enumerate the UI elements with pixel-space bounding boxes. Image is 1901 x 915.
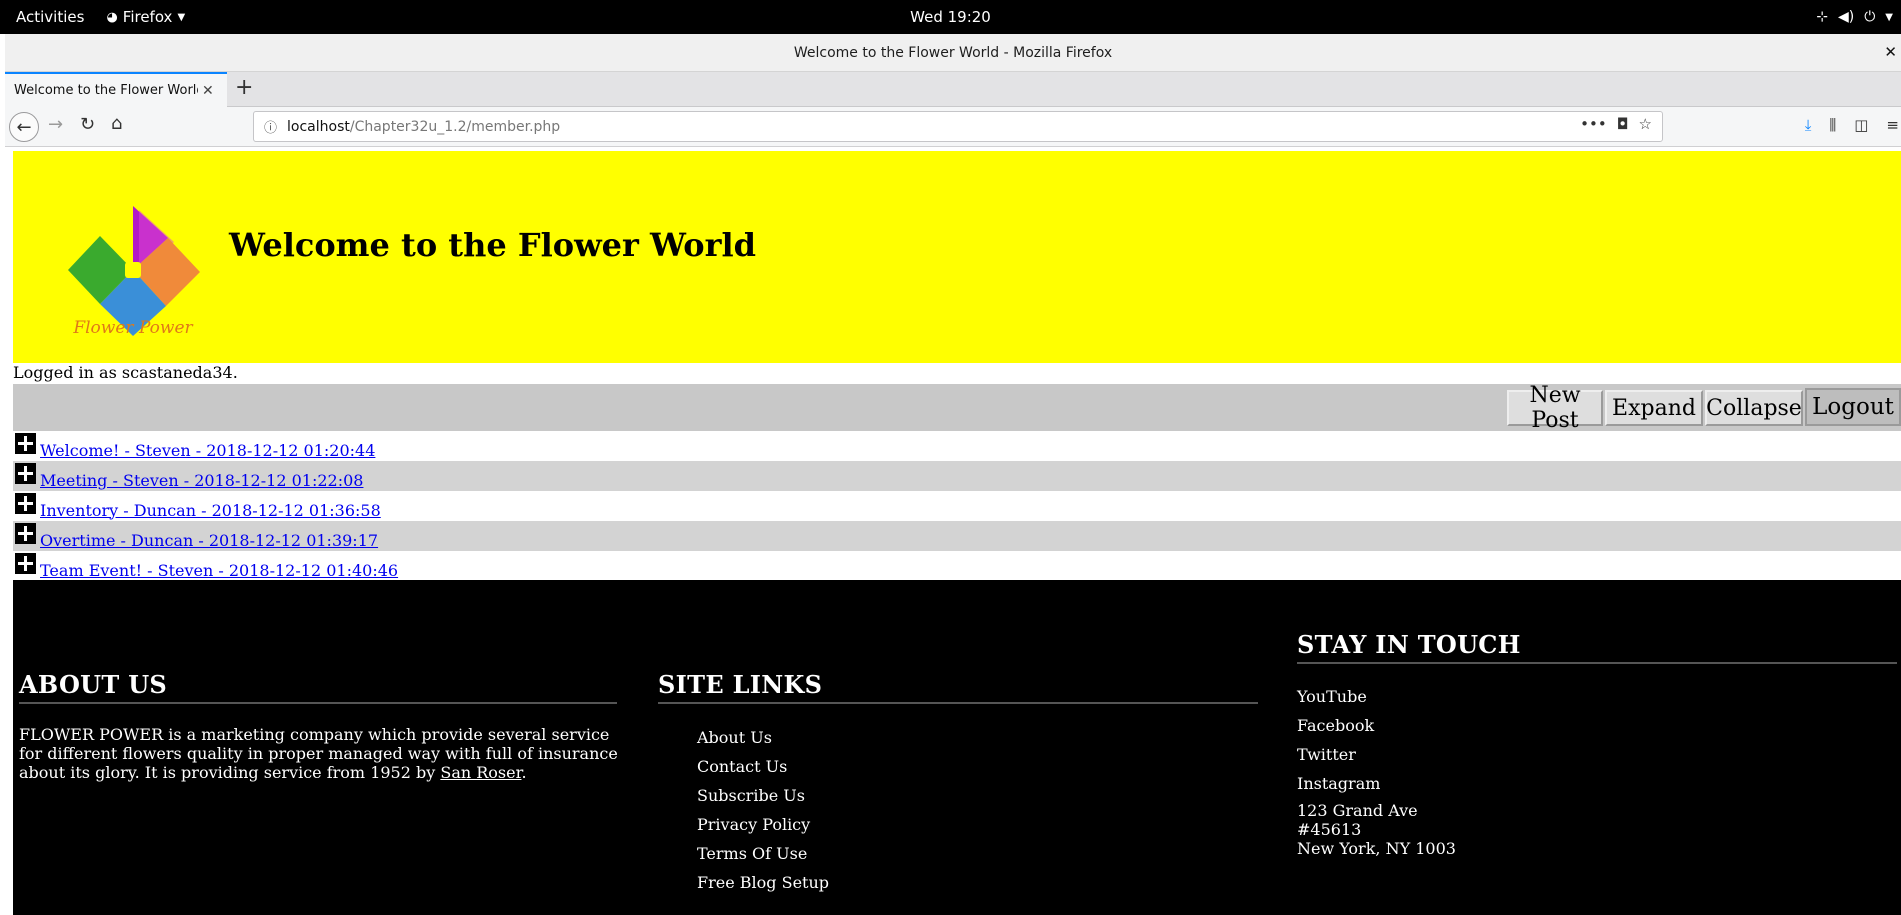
tab-active[interactable]: Welcome to the Flower World ✕	[5, 72, 227, 107]
flower-power-logo: Flower Power	[68, 206, 200, 338]
close-window-icon[interactable]: ✕	[1884, 43, 1897, 61]
window-title: Welcome to the Flower World - Mozilla Fi…	[793, 44, 1113, 61]
expand-button[interactable]: Expand	[1605, 390, 1703, 426]
post-link[interactable]: Team Event! - Steven - 2018-12-12 01:40:…	[40, 561, 398, 580]
site-link-free-blog-setup[interactable]: Free Blog Setup	[697, 868, 829, 897]
post-row: Team Event! - Steven - 2018-12-12 01:40:…	[13, 551, 1901, 581]
menu-icon[interactable]: ≡	[1886, 116, 1899, 134]
about-us-body: FLOWER POWER is a marketing company whic…	[19, 725, 618, 782]
post-link[interactable]: Welcome! - Steven - 2018-12-12 01:20:44	[40, 441, 375, 460]
tab-title: Welcome to the Flower World	[14, 83, 198, 98]
page-actions-icon[interactable]: •••	[1580, 115, 1607, 133]
post-link[interactable]: Overtime - Duncan - 2018-12-12 01:39:17	[40, 531, 378, 550]
social-links-list: YouTube Facebook Twitter Instagram	[1297, 682, 1380, 798]
bookmark-star-icon[interactable]: ☆	[1639, 115, 1652, 133]
home-icon[interactable]: ⌂	[111, 113, 122, 134]
site-links-list: About Us Contact Us Subscribe Us Privacy…	[697, 723, 829, 897]
post-link[interactable]: Inventory - Duncan - 2018-12-12 01:36:58	[40, 501, 381, 520]
system-tray[interactable]: ⊹ ◀) ⏻ ▼	[1816, 0, 1893, 34]
address-line: New York, NY 1003	[1297, 839, 1456, 858]
library-icon[interactable]: ⫼	[1829, 116, 1836, 134]
close-tab-icon[interactable]: ✕	[202, 83, 214, 99]
app-menu-label: Firefox	[122, 8, 173, 26]
address-line: 123 Grand Ave	[1297, 801, 1418, 820]
social-link-instagram[interactable]: Instagram	[1297, 769, 1380, 798]
divider	[19, 702, 617, 704]
post-row: Welcome! - Steven - 2018-12-12 01:20:44	[13, 431, 1901, 461]
about-us-heading: ABOUT US	[19, 670, 168, 699]
stay-in-touch-heading: STAY IN TOUCH	[1297, 630, 1521, 659]
about-us-text: FLOWER POWER is a marketing company whic…	[19, 725, 619, 782]
clock[interactable]: Wed 19:20	[0, 8, 1901, 26]
expand-plus-icon[interactable]	[15, 552, 36, 574]
power-icon: ⏻	[1864, 9, 1876, 25]
social-link-twitter[interactable]: Twitter	[1297, 740, 1380, 769]
author-link[interactable]: San Roser	[440, 763, 521, 782]
site-header: Flower Power Welcome to the Flower World	[13, 151, 1901, 363]
pocket-icon[interactable]: ◘	[1617, 115, 1629, 133]
login-status: Logged in as scastaneda34.	[13, 363, 238, 382]
activities-button[interactable]: Activities	[16, 8, 84, 26]
logo-text: Flower Power	[72, 318, 193, 338]
site-link-contact-us[interactable]: Contact Us	[697, 752, 829, 781]
logout-button[interactable]: Logout	[1805, 388, 1901, 426]
site-title: Welcome to the Flower World	[229, 226, 757, 264]
expand-plus-icon[interactable]	[15, 432, 36, 454]
chevron-down-icon: ▼	[1885, 11, 1893, 23]
new-post-button[interactable]: New Post	[1507, 383, 1603, 433]
about-us-end: .	[521, 763, 527, 782]
site-links-heading: SITE LINKS	[658, 670, 823, 699]
address-line: #45613	[1297, 820, 1362, 839]
divider	[658, 702, 1258, 704]
page-content: Flower Power Welcome to the Flower World…	[13, 151, 1901, 915]
expand-plus-icon[interactable]	[15, 492, 36, 514]
network-icon: ⊹	[1816, 9, 1828, 25]
app-menu[interactable]: ◕ Firefox ▼	[106, 8, 185, 26]
social-link-facebook[interactable]: Facebook	[1297, 711, 1380, 740]
post-link[interactable]: Meeting - Steven - 2018-12-12 01:22:08	[40, 471, 363, 490]
site-link-subscribe-us[interactable]: Subscribe Us	[697, 781, 829, 810]
back-icon[interactable]: ←	[9, 112, 39, 142]
site-info-icon[interactable]: ⓘ	[264, 117, 277, 136]
url-bar[interactable]: ⓘ localhost/Chapter32u_1.2/member.php ••…	[253, 111, 1663, 142]
tab-strip: Welcome to the Flower World ✕ +	[5, 72, 1901, 107]
forward-icon[interactable]: →	[48, 114, 63, 135]
firefox-icon: ◕	[106, 9, 118, 25]
site-link-about-us[interactable]: About Us	[697, 723, 829, 752]
sidebar-icon[interactable]: ◫	[1854, 116, 1868, 134]
new-tab-icon[interactable]: +	[235, 75, 253, 100]
post-row: Meeting - Steven - 2018-12-12 01:22:08	[13, 461, 1901, 491]
divider	[1297, 662, 1897, 664]
post-row: Inventory - Duncan - 2018-12-12 01:36:58	[13, 491, 1901, 521]
url-host: localhost	[287, 118, 350, 135]
downloads-icon[interactable]: ⤓	[1805, 116, 1812, 134]
social-link-youtube[interactable]: YouTube	[1297, 682, 1380, 711]
system-top-bar: Activities ◕ Firefox ▼ Wed 19:20 ⊹ ◀) ⏻ …	[0, 0, 1901, 34]
reload-icon[interactable]: ↻	[80, 114, 95, 135]
navigation-bar: ← → ↻ ⌂ ⓘ localhost/Chapter32u_1.2/membe…	[5, 107, 1901, 147]
post-row: Overtime - Duncan - 2018-12-12 01:39:17	[13, 521, 1901, 551]
site-link-privacy-policy[interactable]: Privacy Policy	[697, 810, 829, 839]
url-path: /Chapter32u_1.2/member.php	[349, 118, 561, 135]
volume-icon: ◀)	[1837, 9, 1855, 25]
site-link-terms-of-use[interactable]: Terms Of Use	[697, 839, 829, 868]
window-titlebar: Welcome to the Flower World - Mozilla Fi…	[5, 34, 1901, 72]
address-block: 123 Grand Ave #45613 New York, NY 1003	[1297, 801, 1456, 858]
post-toolbar: New Post Expand Collapse Logout	[13, 383, 1901, 433]
collapse-button[interactable]: Collapse	[1705, 390, 1803, 426]
expand-plus-icon[interactable]	[15, 462, 36, 484]
site-footer: ABOUT US FLOWER POWER is a marketing com…	[13, 580, 1901, 915]
post-list: Welcome! - Steven - 2018-12-12 01:20:44 …	[13, 431, 1901, 581]
expand-plus-icon[interactable]	[15, 522, 36, 544]
chevron-down-icon: ▼	[177, 11, 186, 23]
